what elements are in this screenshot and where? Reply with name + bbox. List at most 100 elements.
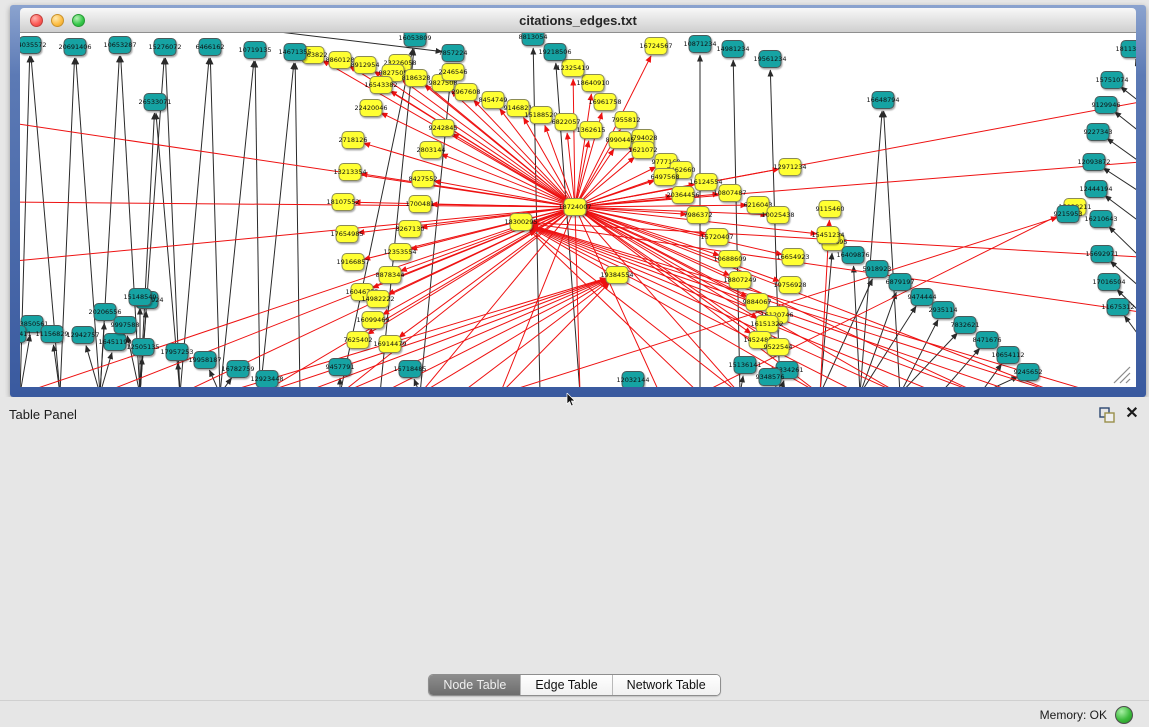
graph-node[interactable]: 1362615 <box>577 122 606 139</box>
graph-node[interactable]: 10807487 <box>713 185 746 202</box>
graph-edge[interactable] <box>209 370 220 387</box>
graph-node[interactable]: 16961758 <box>588 94 621 111</box>
graph-node[interactable]: 15136141 <box>728 357 761 374</box>
graph-edge[interactable] <box>260 278 607 387</box>
graph-node[interactable]: 12942757 <box>66 327 99 344</box>
graph-node[interactable]: 16124554 <box>689 174 722 191</box>
graph-node[interactable]: 15692971 <box>1085 246 1118 263</box>
graph-node[interactable]: 8471676 <box>973 332 1002 349</box>
graph-node[interactable]: 10719135 <box>238 42 271 59</box>
graph-node[interactable]: 14981234 <box>716 41 749 58</box>
graph-node[interactable]: 18107552 <box>326 194 359 211</box>
graph-node[interactable]: 9522544 <box>764 339 793 356</box>
graph-node[interactable]: 7955812 <box>612 112 641 129</box>
memory-indicator-icon[interactable] <box>1115 706 1133 724</box>
graph-node[interactable]: 2718126 <box>339 132 368 149</box>
graph-node[interactable]: 2935114 <box>929 302 958 319</box>
graph-edge[interactable] <box>1121 87 1136 102</box>
graph-node[interactable]: 9129946 <box>1092 97 1121 114</box>
graph-edge[interactable] <box>180 58 209 387</box>
graph-node[interactable]: 7986372 <box>684 207 713 224</box>
network-window-titlebar[interactable]: citations_edges.txt <box>20 8 1136 33</box>
close-panel-icon[interactable]: ✕ <box>1123 404 1141 424</box>
graph-edge[interactable] <box>900 333 957 387</box>
graph-edge[interactable] <box>414 379 420 387</box>
graph-edge[interactable] <box>255 61 260 387</box>
graph-edge[interactable] <box>733 60 740 387</box>
graph-edge[interactable] <box>210 58 220 387</box>
graph-node[interactable]: 9457791 <box>326 359 355 376</box>
graph-edge[interactable] <box>740 376 743 387</box>
graph-node[interactable]: 16210643 <box>1084 211 1117 228</box>
graph-node[interactable]: 9115460 <box>816 201 845 218</box>
graph-node[interactable]: 9348576 <box>756 369 785 386</box>
tab-node-table[interactable]: Node Table <box>429 675 520 695</box>
tab-network-table[interactable]: Network Table <box>612 675 720 695</box>
graph-node[interactable]: 8427552 <box>409 171 438 188</box>
graph-node[interactable]: 10871234 <box>683 36 716 53</box>
graph-node[interactable]: 19166857 <box>336 254 369 271</box>
graph-node[interactable]: 2246546 <box>439 64 468 81</box>
graph-node[interactable]: 19561234 <box>753 51 786 68</box>
graph-node[interactable]: 10688609 <box>713 251 746 268</box>
graph-node[interactable]: 7857224 <box>439 45 468 62</box>
graph-node[interactable]: 7625402 <box>344 332 373 349</box>
graph-node[interactable]: 15720407 <box>700 229 733 246</box>
graph-node[interactable]: 12444194 <box>1079 181 1112 198</box>
graph-node[interactable]: 12032144 <box>616 372 649 388</box>
graph-node[interactable]: 16914479 <box>373 336 406 353</box>
graph-node[interactable]: 16724567 <box>639 38 672 55</box>
graph-node[interactable]: 20691406 <box>58 39 91 56</box>
graph-node[interactable]: 6879197 <box>886 274 915 291</box>
graph-node[interactable]: 13213354 <box>333 164 366 181</box>
graph-node[interactable]: 5918923 <box>863 261 892 278</box>
graph-edge[interactable] <box>1107 138 1136 162</box>
graph-node[interactable]: 2967608 <box>452 84 481 101</box>
network-canvas[interactable]: 1872400718300295193845549115460224200462… <box>20 33 1136 387</box>
graph-node[interactable]: 8878344 <box>376 267 405 284</box>
graph-node[interactable]: 9474444 <box>908 289 937 306</box>
graph-node[interactable]: 18113054 <box>1115 41 1136 58</box>
graph-edge[interactable] <box>460 282 608 387</box>
graph-node[interactable]: 9242845 <box>429 120 458 137</box>
graph-node[interactable]: 9227343 <box>1084 124 1113 141</box>
graph-node[interactable]: 16053809 <box>398 33 431 47</box>
graph-edges-red[interactable] <box>20 56 1136 387</box>
graph-edge[interactable] <box>1115 112 1136 132</box>
graph-node[interactable]: 6497568 <box>651 169 680 186</box>
graph-node[interactable]: 17016504 <box>1092 274 1125 291</box>
graph-edge[interactable] <box>220 61 254 387</box>
graph-edge[interactable] <box>884 111 900 387</box>
graph-node[interactable]: 1621072 <box>629 142 658 159</box>
resize-grip-icon[interactable] <box>1114 367 1130 383</box>
graph-node[interactable]: 6466162 <box>196 39 225 56</box>
graph-node[interactable]: 15751074 <box>1095 72 1128 89</box>
graph-node[interactable]: 7832621 <box>951 317 980 334</box>
graph-node[interactable]: 8912954 <box>351 57 380 74</box>
graph-node[interactable]: 9997588 <box>111 317 140 334</box>
graph-node[interactable]: 9215953 <box>1054 206 1083 223</box>
graph-node[interactable]: 18807249 <box>723 272 756 289</box>
graph-edge[interactable] <box>165 58 180 387</box>
graph-node[interactable]: 8186328 <box>402 70 431 87</box>
graph-node[interactable]: 14035572 <box>20 37 47 54</box>
graph-node[interactable]: 11675312 <box>1101 299 1134 316</box>
graph-node[interactable]: 10653287 <box>103 37 136 54</box>
graph-edge[interactable] <box>860 306 916 387</box>
graph-edge[interactable] <box>500 207 575 387</box>
graph-node[interactable]: 9245652 <box>1014 364 1043 381</box>
graph-node[interactable]: 10654112 <box>991 347 1024 364</box>
graph-node[interactable]: 12971234 <box>773 159 806 176</box>
graph-node[interactable]: 19218506 <box>538 44 571 61</box>
graph-node[interactable]: 18640910 <box>576 75 609 92</box>
graph-node[interactable]: 16648794 <box>866 92 899 109</box>
graph-node[interactable]: 12353554 <box>383 244 416 261</box>
graph-node[interactable]: 12325419 <box>556 60 589 77</box>
graph-node[interactable]: 26533071 <box>138 94 171 111</box>
float-window-icon[interactable] <box>1098 406 1116 424</box>
graph-node[interactable]: 2803144 <box>417 142 446 159</box>
graph-node[interactable]: 8267130 <box>396 221 425 238</box>
graph-node[interactable]: 15276072 <box>148 39 181 56</box>
graph-node[interactable]: 12093872 <box>1077 154 1110 171</box>
graph-node[interactable]: 1700481 <box>406 196 435 213</box>
